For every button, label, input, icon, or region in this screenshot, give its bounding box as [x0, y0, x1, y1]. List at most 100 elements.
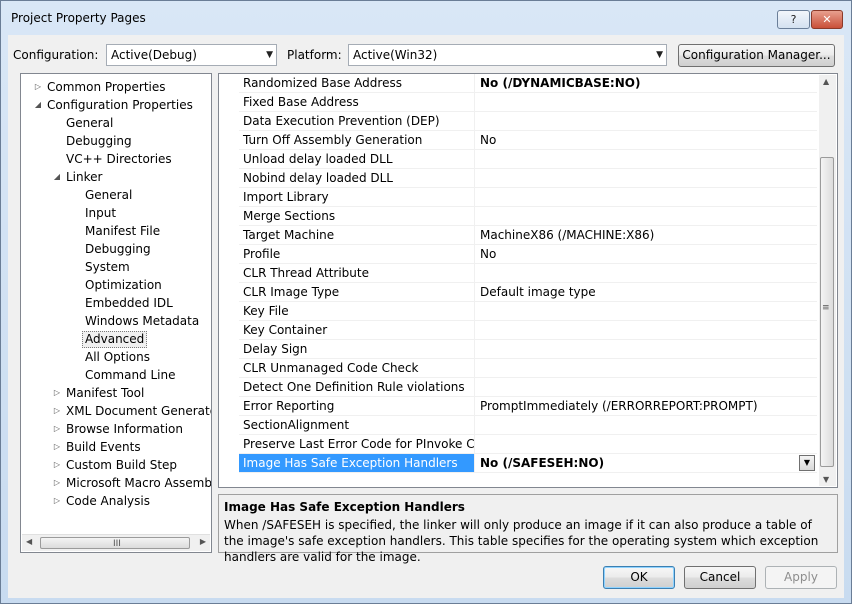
- expand-arrow-icon[interactable]: ▷: [52, 438, 62, 456]
- tree-item[interactable]: Windows Metadata: [21, 312, 211, 330]
- tree-item[interactable]: General: [21, 114, 211, 132]
- description-text: When /SAFESEH is specified, the linker w…: [224, 518, 819, 564]
- tree-item[interactable]: Embedded IDL: [21, 294, 211, 312]
- grid-vertical-scrollbar[interactable]: ▲ ≡ ▼: [819, 75, 836, 486]
- property-row[interactable]: Detect One Definition Rule violations: [239, 378, 817, 397]
- tree-item[interactable]: ▷ Common Properties: [21, 78, 211, 96]
- expand-arrow-icon[interactable]: ▷: [52, 402, 62, 420]
- property-row[interactable]: Image Has Safe Exception Handlers No (/SA…: [239, 454, 817, 473]
- property-value: No: [480, 247, 497, 261]
- tree-item[interactable]: ◢ Configuration Properties: [21, 96, 211, 114]
- scroll-up-icon[interactable]: ▲: [823, 77, 829, 86]
- tree-item[interactable]: VC++ Directories: [21, 150, 211, 168]
- tree-item[interactable]: ▷ XML Document Generator: [21, 402, 211, 420]
- expand-arrow-icon[interactable]: ▷: [52, 456, 62, 474]
- scroll-down-icon[interactable]: ▼: [823, 475, 829, 484]
- category-tree[interactable]: ▷ Common Properties ◢ Configuration Propert…: [20, 73, 212, 553]
- property-value: [476, 416, 817, 434]
- property-grid[interactable]: Randomized Base Address No (/DYNAMICBASE:…: [218, 73, 838, 488]
- expand-arrow-icon[interactable]: ▷: [52, 492, 62, 510]
- tree-item[interactable]: Advanced: [21, 330, 211, 348]
- property-row[interactable]: Unload delay loaded DLL: [239, 150, 817, 169]
- window-title: Project Property Pages: [11, 11, 146, 25]
- property-row[interactable]: Import Library: [239, 188, 817, 207]
- property-row[interactable]: SectionAlignment: [239, 416, 817, 435]
- property-name: Delay Sign: [239, 340, 475, 358]
- property-row[interactable]: CLR Thread Attribute: [239, 264, 817, 283]
- property-row[interactable]: Preserve Last Error Code for PInvoke Cal…: [239, 435, 817, 454]
- property-name: Image Has Safe Exception Handlers: [239, 454, 475, 472]
- property-name: Data Execution Prevention (DEP): [239, 112, 475, 130]
- tree-item-label: General: [85, 188, 133, 202]
- tree-item[interactable]: ▷ Code Analysis: [21, 492, 211, 510]
- scroll-left-icon[interactable]: ◀: [26, 537, 32, 546]
- property-row[interactable]: Randomized Base Address No (/DYNAMICBASE:…: [239, 74, 817, 93]
- expand-arrow-icon[interactable]: ▷: [33, 78, 43, 96]
- collapse-arrow-icon[interactable]: ◢: [33, 96, 43, 114]
- property-row[interactable]: Merge Sections: [239, 207, 817, 226]
- property-row[interactable]: Data Execution Prevention (DEP): [239, 112, 817, 131]
- ok-button[interactable]: OK: [603, 566, 675, 589]
- dropdown-arrow-icon[interactable]: ▼: [799, 455, 815, 471]
- configuration-manager-button[interactable]: Configuration Manager...: [678, 44, 835, 67]
- tree-item-label: Configuration Properties: [47, 98, 193, 112]
- tree-item[interactable]: ▷ Custom Build Step: [21, 456, 211, 474]
- property-name: Detect One Definition Rule violations: [239, 378, 475, 396]
- tree-item[interactable]: ▷ Manifest Tool: [21, 384, 211, 402]
- tree-item-label: Embedded IDL: [85, 296, 173, 310]
- property-row[interactable]: CLR Image Type Default image type: [239, 283, 817, 302]
- expand-arrow-icon[interactable]: ▷: [52, 384, 62, 402]
- configuration-value: Active(Debug): [111, 48, 197, 62]
- tree-item-label: Browse Information: [66, 422, 183, 436]
- tree-item[interactable]: Debugging: [21, 240, 211, 258]
- tree-item[interactable]: ◢ Linker: [21, 168, 211, 186]
- property-value: [476, 188, 817, 206]
- property-row[interactable]: Nobind delay loaded DLL: [239, 169, 817, 188]
- help-button[interactable]: ?: [777, 10, 810, 29]
- property-value: [476, 207, 817, 225]
- tree-item[interactable]: Command Line: [21, 366, 211, 384]
- property-name: Profile: [239, 245, 475, 263]
- tree-item[interactable]: ▷ Browse Information: [21, 420, 211, 438]
- property-value[interactable]: No (/SAFESEH:NO): [476, 454, 817, 472]
- property-row[interactable]: Key Container: [239, 321, 817, 340]
- tree-horizontal-scrollbar[interactable]: ◀ III ▶: [22, 534, 210, 551]
- configuration-combo[interactable]: Active(Debug) ▼: [106, 44, 277, 66]
- property-row[interactable]: Target Machine MachineX86 (/MACHINE:X86): [239, 226, 817, 245]
- tree-item[interactable]: General: [21, 186, 211, 204]
- chevron-down-icon: ▼: [266, 50, 273, 60]
- scroll-thumb[interactable]: III: [40, 537, 190, 549]
- tree-item-label: Manifest File: [85, 224, 161, 238]
- tree-item[interactable]: All Options: [21, 348, 211, 366]
- property-row[interactable]: Delay Sign: [239, 340, 817, 359]
- property-row[interactable]: Key File: [239, 302, 817, 321]
- platform-combo[interactable]: Active(Win32) ▼: [348, 44, 667, 66]
- apply-button[interactable]: Apply: [765, 566, 837, 589]
- tree-item[interactable]: Optimization: [21, 276, 211, 294]
- property-row[interactable]: Error Reporting PromptImmediately (/ERROR…: [239, 397, 817, 416]
- tree-item[interactable]: Debugging: [21, 132, 211, 150]
- cancel-button[interactable]: Cancel: [684, 566, 756, 589]
- tree-item-label: Debugging: [66, 134, 132, 148]
- property-row[interactable]: Fixed Base Address: [239, 93, 817, 112]
- expand-arrow-icon[interactable]: ▷: [52, 474, 62, 492]
- platform-label: Platform:: [287, 48, 342, 62]
- close-button[interactable]: ✕: [811, 10, 843, 29]
- property-row[interactable]: Profile No: [239, 245, 817, 264]
- tree-item[interactable]: Input: [21, 204, 211, 222]
- tree-item[interactable]: ▷ Build Events: [21, 438, 211, 456]
- tree-item[interactable]: Manifest File: [21, 222, 211, 240]
- property-name: Import Library: [239, 188, 475, 206]
- collapse-arrow-icon[interactable]: ◢: [52, 168, 62, 186]
- tree-item-label: System: [85, 260, 130, 274]
- property-row[interactable]: Turn Off Assembly Generation No: [239, 131, 817, 150]
- tree-item[interactable]: System: [21, 258, 211, 276]
- expand-arrow-icon[interactable]: ▷: [52, 420, 62, 438]
- tree-item[interactable]: ▷ Microsoft Macro Assembler: [21, 474, 211, 492]
- property-row[interactable]: CLR Unmanaged Code Check: [239, 359, 817, 378]
- tree-item-label: Common Properties: [47, 80, 166, 94]
- tree-item-label: Advanced: [82, 331, 148, 348]
- scroll-right-icon[interactable]: ▶: [200, 537, 206, 546]
- dialog-client-area: Configuration: Active(Debug) ▼ Platform:…: [8, 35, 844, 598]
- property-name: Target Machine: [239, 226, 475, 244]
